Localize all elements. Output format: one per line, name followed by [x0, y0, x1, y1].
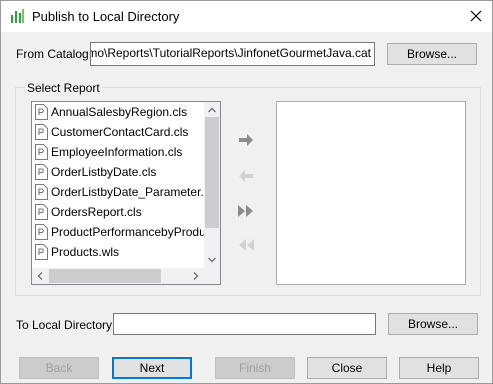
scroll-left-icon[interactable] — [32, 268, 48, 284]
horizontal-scroll-thumb[interactable] — [49, 269, 161, 283]
vertical-scroll-thumb[interactable] — [205, 117, 219, 228]
close-button[interactable]: Close — [307, 357, 387, 379]
from-catalog-label: From Catalog: — [16, 47, 93, 61]
list-item[interactable]: Products.wls — [32, 242, 204, 262]
local-directory-field[interactable] — [113, 313, 376, 335]
window-title: Publish to Local Directory — [32, 9, 180, 24]
finish-button[interactable]: Finish — [215, 357, 295, 379]
list-item-label: OrdersReport.cls — [51, 205, 142, 219]
select-report-group-label: Select Report — [25, 81, 102, 95]
list-item[interactable]: OrderListbyDate.cls — [32, 162, 204, 182]
arrow-right-icon[interactable] — [235, 129, 257, 151]
list-item[interactable]: AnnualSalesbyRegion.cls — [32, 102, 204, 122]
catalog-path-value: Demo\Reports\TutorialReports\JinfonetGou… — [90, 46, 371, 60]
double-arrow-left-icon[interactable] — [235, 234, 257, 256]
list-item-label: EmployeeInformation.cls — [51, 145, 183, 159]
selected-report-list[interactable] — [276, 101, 466, 285]
list-item[interactable]: EmployeeInformation.cls — [32, 142, 204, 162]
vertical-scrollbar[interactable] — [204, 102, 220, 268]
list-item-label: OrderListbyDate.cls — [51, 165, 157, 179]
list-item-label: CustomerContactCard.cls — [51, 125, 189, 139]
list-item[interactable]: OrderListbyDate_Parameter.cls — [32, 182, 204, 202]
report-file-icon — [35, 204, 48, 220]
list-item[interactable]: OrdersReport.cls — [32, 202, 204, 222]
list-item-label: ProductPerformancebyProductName.cls — [51, 225, 204, 239]
report-file-icon — [35, 244, 48, 260]
title-bar: Publish to Local Directory — [1, 1, 492, 32]
local-directory-label: To Local Directory: — [16, 318, 116, 332]
horizontal-scrollbar[interactable] — [32, 268, 220, 284]
report-list[interactable]: AnnualSalesbyRegion.cls CustomerContactC… — [31, 101, 221, 285]
scroll-up-icon[interactable] — [204, 102, 220, 118]
list-item-label: Products.wls — [51, 245, 120, 259]
help-button[interactable]: Help — [399, 357, 479, 379]
catalog-path-field[interactable]: Demo\Reports\TutorialReports\JinfonetGou… — [90, 42, 375, 66]
report-file-icon — [35, 124, 48, 140]
list-item[interactable]: ProductPerformancebyProductName.cls — [32, 222, 204, 242]
publish-dialog: Publish to Local Directory From Catalog:… — [0, 0, 493, 384]
report-file-icon — [35, 144, 48, 160]
report-file-icon — [35, 224, 48, 240]
report-file-icon — [35, 164, 48, 180]
list-item-label: OrderListbyDate_Parameter.cls — [51, 185, 204, 199]
back-button[interactable]: Back — [19, 357, 99, 379]
list-item[interactable]: CustomerContactCard.cls — [32, 122, 204, 142]
list-item-label: AnnualSalesbyRegion.cls — [51, 105, 188, 119]
close-icon[interactable] — [468, 8, 484, 24]
scroll-down-icon[interactable] — [204, 252, 220, 268]
report-file-icon — [35, 104, 48, 120]
local-directory-browse-button[interactable]: Browse... — [388, 313, 478, 335]
report-file-icon — [35, 184, 48, 200]
scroll-right-icon[interactable] — [188, 268, 204, 284]
next-button[interactable]: Next — [112, 357, 192, 379]
report-app-icon — [11, 9, 24, 23]
double-arrow-right-icon[interactable] — [235, 200, 257, 222]
arrow-left-icon[interactable] — [235, 165, 257, 187]
scrollbar-corner — [204, 268, 220, 284]
catalog-browse-button[interactable]: Browse... — [387, 43, 477, 65]
